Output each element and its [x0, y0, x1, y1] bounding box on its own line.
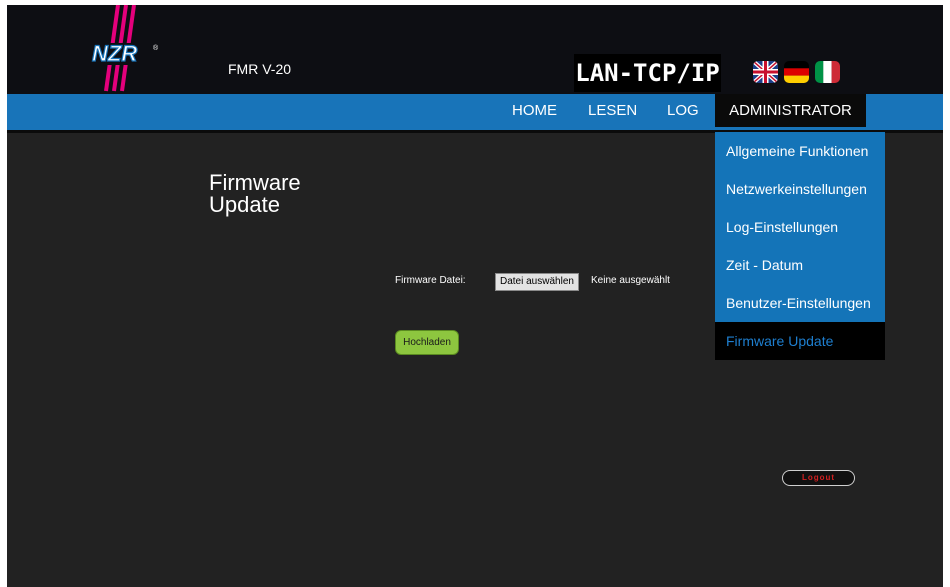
choose-file-button[interactable]: Datei auswählen [495, 273, 579, 291]
italian-flag-icon[interactable] [815, 61, 840, 83]
nav-administrator[interactable]: ADMINISTRATOR [715, 94, 866, 127]
language-flags [753, 61, 840, 83]
administrator-dropdown: Allgemeine Funktionen Netzwerkeinstellun… [715, 132, 885, 360]
lan-tcp-ip-label: LAN-TCP/IP [574, 54, 721, 92]
firmware-file-label: Firmware Datei: [395, 275, 466, 286]
svg-text:®: ® [153, 44, 159, 52]
header-bar: NZR ® FMR V-20 LAN-TCP/IP [7, 5, 943, 94]
menu-item-log-einstellungen[interactable]: Log-Einstellungen [715, 208, 885, 246]
device-name: FMR V-20 [228, 61, 292, 77]
nav-log[interactable]: LOG [667, 102, 699, 119]
menu-item-allgemeine-funktionen[interactable]: Allgemeine Funktionen [715, 132, 885, 170]
no-file-selected-text: Keine ausgewählt [591, 275, 670, 286]
menu-item-firmware-update[interactable]: Firmware Update [715, 322, 885, 360]
menu-item-zeit-datum[interactable]: Zeit - Datum [715, 246, 885, 284]
nzr-logo[interactable]: NZR ® [81, 5, 171, 93]
menu-item-netzwerkeinstellungen[interactable]: Netzwerkeinstellungen [715, 170, 885, 208]
svg-text:NZR: NZR [92, 41, 137, 66]
upload-button[interactable]: Hochladen [395, 330, 459, 355]
logout-button[interactable]: Logout [782, 470, 855, 486]
uk-flag-icon[interactable] [753, 61, 778, 83]
main-nav: HOME LESEN LOG ADMINISTRATOR [7, 94, 943, 133]
nav-lesen[interactable]: LESEN [588, 102, 637, 119]
german-flag-icon[interactable] [784, 61, 809, 83]
app-frame: NZR ® FMR V-20 LAN-TCP/IP HOME LESEN LOG… [7, 5, 943, 587]
menu-item-benutzer-einstellungen[interactable]: Benutzer-Einstellungen [715, 284, 885, 322]
nav-home[interactable]: HOME [512, 102, 557, 119]
page-title: Firmware Update [209, 170, 301, 217]
